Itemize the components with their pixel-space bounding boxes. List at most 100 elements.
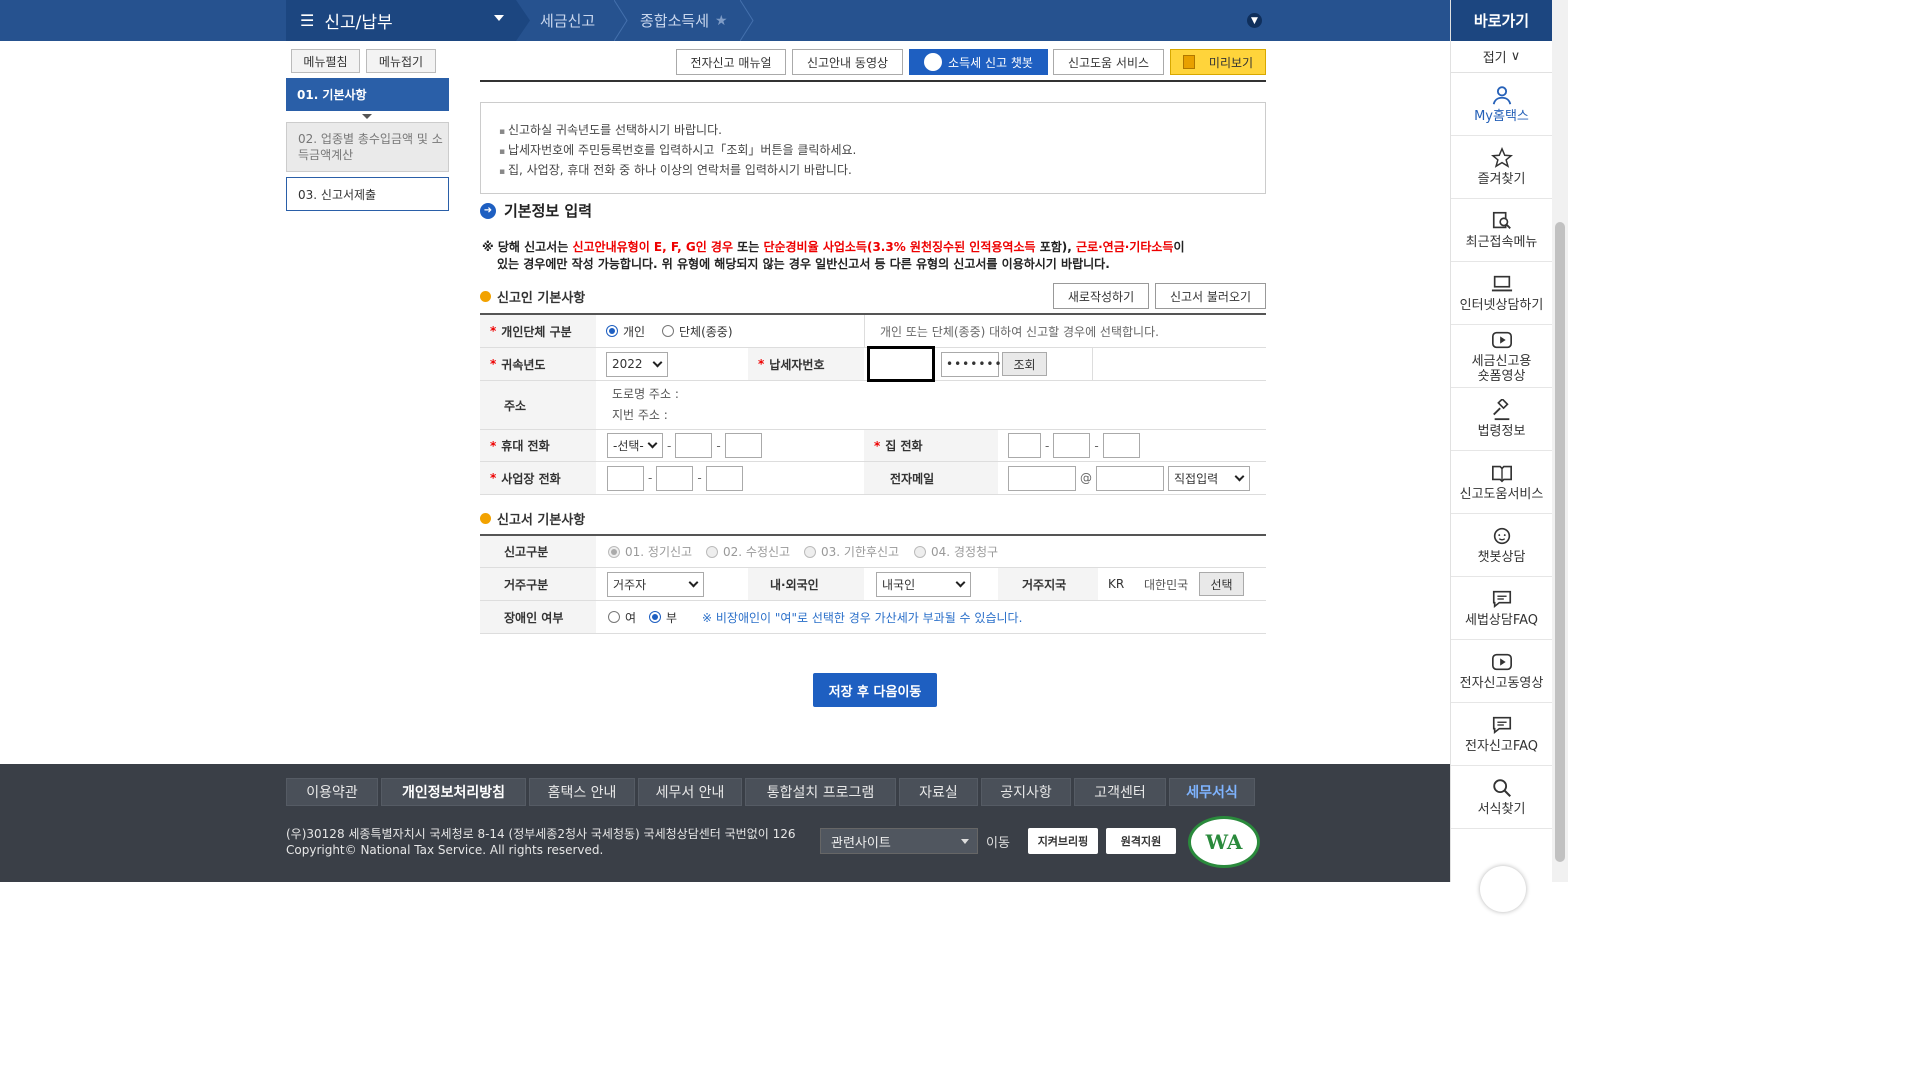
quick-fold-button[interactable]: 접기 ∨	[1451, 41, 1552, 73]
menu-expand-button[interactable]: 메뉴펼침	[291, 49, 360, 73]
step-basic-info[interactable]: 01. 기본사항	[286, 78, 449, 111]
quick-item-form-search[interactable]: 서식찾기	[1451, 766, 1552, 829]
notice-box: 신고하실 귀속년도를 선택하시기 바랍니다. 납세자번호에 주민등록번호를 입력…	[480, 102, 1266, 194]
chat-icon	[1492, 590, 1511, 609]
footer-link-hometax-guide[interactable]: 홈택스 안내	[529, 778, 635, 806]
new-report-button[interactable]: 새로작성하기	[1053, 283, 1149, 309]
related-sites-select[interactable]: 관련사이트	[820, 828, 978, 854]
quick-item-shortform-video[interactable]: 세금신고용 숏폼영상	[1451, 325, 1552, 388]
income-tax-chatbot-button[interactable]: 소득세 신고 챗봇	[909, 49, 1048, 75]
footer-link-notice[interactable]: 공지사항	[981, 778, 1071, 806]
year-select[interactable]: 2022	[606, 351, 668, 377]
basic-info-title: 신고인 기본사항	[480, 287, 585, 306]
biz-area-input[interactable]	[607, 465, 644, 491]
report-help-button[interactable]: 신고도움 서비스	[1053, 49, 1164, 75]
search-icon	[1492, 779, 1511, 797]
home-last-input[interactable]	[1102, 433, 1140, 458]
radio-checked-icon[interactable]	[606, 325, 618, 337]
save-next-button[interactable]: 저장 후 다음이동	[813, 673, 937, 707]
briefing-button[interactable]: 지켜브리핑	[1028, 828, 1098, 854]
mobile-mid-input[interactable]	[675, 433, 713, 458]
preview-button[interactable]: 미리보기	[1170, 49, 1266, 75]
quick-item-chatbot[interactable]: 챗봇상담	[1451, 514, 1552, 577]
scroll-top-button[interactable]	[1480, 866, 1526, 912]
radio-unchecked-icon[interactable]	[662, 325, 674, 337]
biz-mid-input[interactable]	[656, 465, 694, 491]
email-id-input[interactable]	[1008, 465, 1076, 491]
radio-individual[interactable]: 개인	[606, 315, 645, 347]
arrow-right-icon: ➜	[480, 202, 496, 219]
footer-link-office-guide[interactable]: 세무서 안내	[638, 778, 742, 806]
quick-item-recent-menu[interactable]: 최근접속메뉴	[1451, 199, 1552, 262]
resident-select[interactable]: 거주자	[607, 571, 704, 597]
report-kind-amend[interactable]: 02. 수정신고	[706, 536, 790, 567]
notice-item: 신고하실 귀속년도를 선택하시기 바랍니다.	[499, 121, 1247, 141]
table-row: * 사업장 전화 - - 전자메일 @ 직접입력	[480, 462, 1266, 495]
report-info-title: 신고서 기본사항	[480, 509, 585, 528]
top-navigation-bar: ☰ 신고/납부 세금신고 종합소득세 ★ ▼	[0, 0, 1450, 41]
guide-video-button[interactable]: 신고안내 동영상	[792, 49, 903, 75]
step-submit[interactable]: 03. 신고서제출	[286, 177, 449, 211]
field-label: 내·외국인	[748, 568, 864, 600]
footer-link-privacy[interactable]: 개인정보처리방침	[381, 778, 526, 806]
footer-link-installer[interactable]: 통합설치 프로그램	[745, 778, 896, 806]
quick-item-efiling-faq[interactable]: 전자신고FAQ	[1451, 703, 1552, 766]
country-select-button[interactable]: 선택	[1199, 572, 1244, 596]
quick-item-favorites[interactable]: 즐겨찾기	[1451, 136, 1552, 199]
footer-link-customer[interactable]: 고객센터	[1074, 778, 1166, 806]
report-kind-regular[interactable]: 01. 정기신고	[608, 536, 692, 567]
chevron-down-icon	[688, 577, 699, 587]
report-kind-late[interactable]: 03. 기한후신고	[804, 536, 899, 567]
field-label: 신고구분	[480, 536, 596, 567]
quick-item-report-help[interactable]: 신고도움서비스	[1451, 451, 1552, 514]
footer-link-tax-forms[interactable]: 세무서식	[1169, 778, 1255, 806]
quick-item-tax-faq[interactable]: 세법상담FAQ	[1451, 577, 1552, 640]
email-domain-select[interactable]: 직접입력	[1168, 465, 1250, 491]
radio-disabled-no[interactable]: 부	[649, 601, 677, 633]
remote-support-button[interactable]: 원격지원	[1106, 828, 1176, 854]
menu-collapse-button[interactable]: 메뉴접기	[366, 49, 436, 73]
step-income-calc[interactable]: 02. 업종별 총수입금액 및 소득금액계산	[286, 122, 449, 172]
star-icon[interactable]: ★	[715, 13, 728, 29]
home-mid-input[interactable]	[1053, 433, 1091, 458]
star-icon	[1490, 147, 1513, 168]
breadcrumb-item-tax-report[interactable]: 세금신고	[540, 0, 595, 41]
quick-item-my-hometax[interactable]: My홈택스	[1451, 73, 1552, 136]
lookup-button[interactable]: 조회	[1002, 352, 1047, 376]
country-code: KR	[1108, 577, 1125, 591]
page-scrollbar[interactable]	[1552, 0, 1568, 882]
country-name: 대한민국	[1144, 577, 1189, 592]
quick-item-law-info[interactable]: 법령정보	[1451, 388, 1552, 451]
mobile-last-input[interactable]	[724, 433, 762, 458]
load-report-button[interactable]: 신고서 불러오기	[1155, 283, 1266, 309]
main-menu-dropdown[interactable]: ☰ 신고/납부	[286, 0, 516, 41]
radio-group[interactable]: 단체(종중)	[662, 315, 733, 347]
type-hint: 개인 또는 단체(종중) 대하여 신고할 경우에 선택합니다.	[864, 315, 1266, 347]
quick-item-efiling-video[interactable]: 전자신고동영상	[1451, 640, 1552, 703]
breadcrumb-separator	[516, 0, 530, 41]
footer-link-terms[interactable]: 이용약관	[286, 778, 378, 806]
taxid-front-input[interactable]	[867, 346, 935, 382]
radio-disabled-yes[interactable]: 여	[608, 601, 636, 633]
address-value: 도로명 주소 : 지번 주소 :	[612, 387, 679, 422]
basic-info-table: * 개인단체 구분 개인 단체(종중) 개인 또는 단체(종중) 대하여 신고할 …	[480, 313, 1266, 495]
scrollbar-thumb[interactable]	[1555, 222, 1565, 862]
report-info-table: 신고구분 01. 정기신고 02. 수정신고 03. 기한후신고 04. 경정청…	[480, 534, 1266, 634]
biz-last-input[interactable]	[705, 465, 743, 491]
report-kind-correction[interactable]: 04. 경정청구	[914, 536, 998, 567]
move-button[interactable]: 이동	[986, 828, 1010, 854]
mobile-prefix-select[interactable]: -선택-	[607, 433, 663, 458]
nation-select[interactable]: 내국인	[876, 571, 971, 597]
quick-item-online-consult[interactable]: 인터넷상담하기	[1451, 262, 1552, 325]
warning-text: ※ 당해 신고서는 신고안내유형이 E, F, G인 경우 또는 단순경비율 사…	[482, 240, 1185, 271]
email-domain-input[interactable]	[1096, 465, 1164, 491]
footer-links: 이용약관 개인정보처리방침 홈택스 안내 세무서 안내 통합설치 프로그램 자료…	[286, 778, 1258, 806]
breadcrumb-item-income-tax[interactable]: 종합소득세 ★	[640, 0, 728, 41]
table-row: * 휴대 전화 -선택- - - * 집 전화 - -	[480, 430, 1266, 462]
chevron-down-circle-icon[interactable]: ▼	[1247, 13, 1262, 28]
home-area-input[interactable]	[1008, 433, 1041, 458]
field-label: 거주구분	[480, 568, 596, 600]
taxid-back-input[interactable]: •••••••	[941, 351, 1002, 377]
footer-link-archive[interactable]: 자료실	[899, 778, 978, 806]
efiling-manual-button[interactable]: 전자신고 매뉴얼	[676, 49, 786, 75]
